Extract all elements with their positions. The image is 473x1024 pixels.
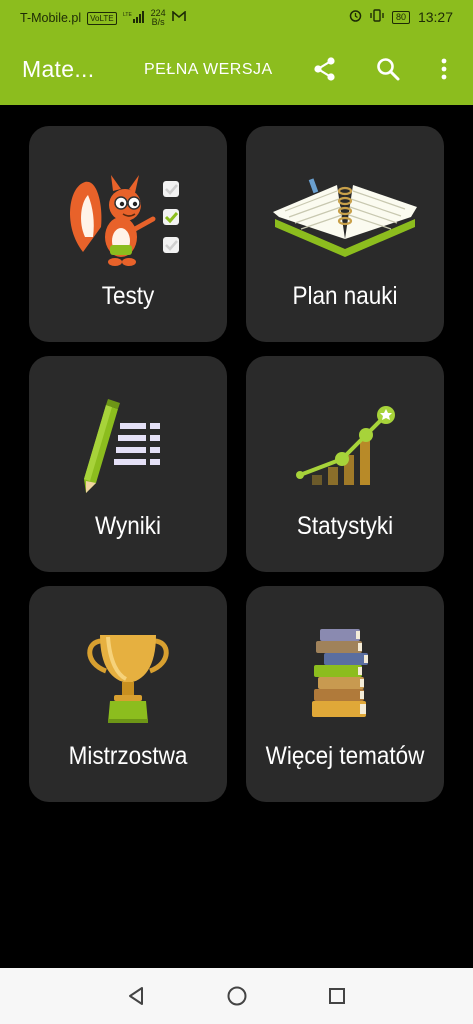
back-icon[interactable] (122, 982, 150, 1010)
carrier-name: T-Mobile.pl (20, 11, 82, 25)
tile-plan-nauki[interactable]: Plan nauki (246, 126, 444, 342)
tile-label: Mistrzostwa (68, 742, 188, 770)
tile-label: Statystyki (296, 512, 394, 540)
recents-icon[interactable] (323, 982, 351, 1010)
pencil-list-icon (29, 392, 227, 502)
tile-label: Więcej tematów (265, 742, 425, 770)
book-stack-icon (246, 622, 444, 732)
trophy-icon (29, 622, 227, 732)
bar-chart-growth-icon (246, 392, 444, 502)
full-version-button[interactable]: PEŁNA WERSJA (144, 61, 273, 79)
network-type: LTE (123, 12, 132, 18)
clock: 13:27 (417, 9, 453, 25)
app-title: Mate... (22, 56, 95, 82)
tile-testy[interactable]: Testy (29, 126, 227, 342)
app-bar: Mate... PEŁNA WERSJA (0, 33, 473, 105)
tile-wyniki[interactable]: Wyniki (29, 356, 227, 572)
menu-grid: Testy Plan nauki Wyniki Statystyki Mistr… (29, 126, 444, 802)
home-icon[interactable] (223, 982, 251, 1010)
status-bar: T-Mobile.pl VoLTE LTE 224 B/s 80 13:27 (0, 0, 473, 33)
signal-icon: LTE (123, 10, 145, 26)
tile-wiecej-tematow[interactable]: Więcej tematów (246, 586, 444, 802)
battery-icon: 80 (391, 10, 410, 24)
gmail-icon (171, 10, 186, 25)
tile-mistrzostwa[interactable]: Mistrzostwa (29, 586, 227, 802)
network-speed: 224 B/s (150, 8, 166, 27)
vibrate-icon (370, 9, 384, 25)
tile-statystyki[interactable]: Statystyki (246, 356, 444, 572)
share-icon[interactable] (311, 55, 339, 83)
search-icon[interactable] (374, 55, 402, 83)
more-vertical-icon[interactable] (430, 55, 458, 83)
volte-badge: VoLTE (87, 11, 117, 25)
tile-label: Wyniki (94, 512, 162, 540)
tile-label: Plan nauki (292, 282, 398, 310)
planner-notebook-icon (246, 162, 444, 272)
squirrel-checklist-icon (29, 162, 227, 272)
tile-label: Testy (101, 282, 155, 310)
alarm-icon (349, 9, 362, 25)
system-nav-bar (0, 968, 473, 1024)
